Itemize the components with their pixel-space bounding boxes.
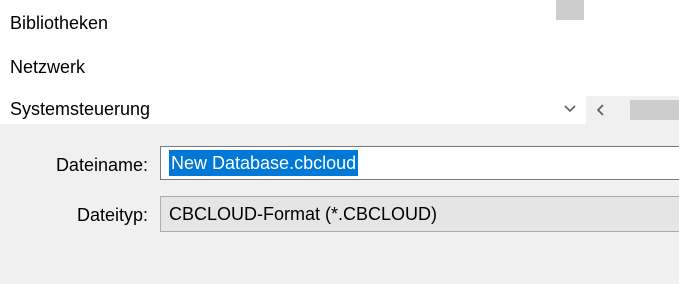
- vertical-scrollbar-thumb[interactable]: [556, 0, 584, 20]
- filename-label: Dateiname:: [55, 155, 148, 175]
- chevron-down-icon[interactable]: [554, 96, 586, 122]
- filetype-select[interactable]: CBCLOUD-Format (*.CBCLOUD): [160, 196, 679, 232]
- filetype-value: CBCLOUD-Format (*.CBCLOUD): [169, 204, 438, 224]
- nav-item-bibliotheken[interactable]: Bibliotheken: [10, 12, 108, 34]
- filename-value: New Database.cbcloud: [169, 150, 359, 176]
- vertical-scrollbar[interactable]: [554, 0, 586, 124]
- horizontal-scrollbar[interactable]: [586, 96, 679, 124]
- filetype-label: Dateityp:: [76, 205, 148, 225]
- chevron-left-icon[interactable]: [586, 96, 616, 124]
- nav-item-netzwerk[interactable]: Netzwerk: [10, 56, 85, 78]
- navigation-pane: Bibliotheken Netzwerk Systemsteuerung: [0, 0, 586, 124]
- horizontal-scrollbar-thumb[interactable]: [630, 100, 679, 120]
- filename-input[interactable]: New Database.cbcloud: [160, 146, 679, 180]
- nav-item-systemsteuerung[interactable]: Systemsteuerung: [10, 98, 150, 120]
